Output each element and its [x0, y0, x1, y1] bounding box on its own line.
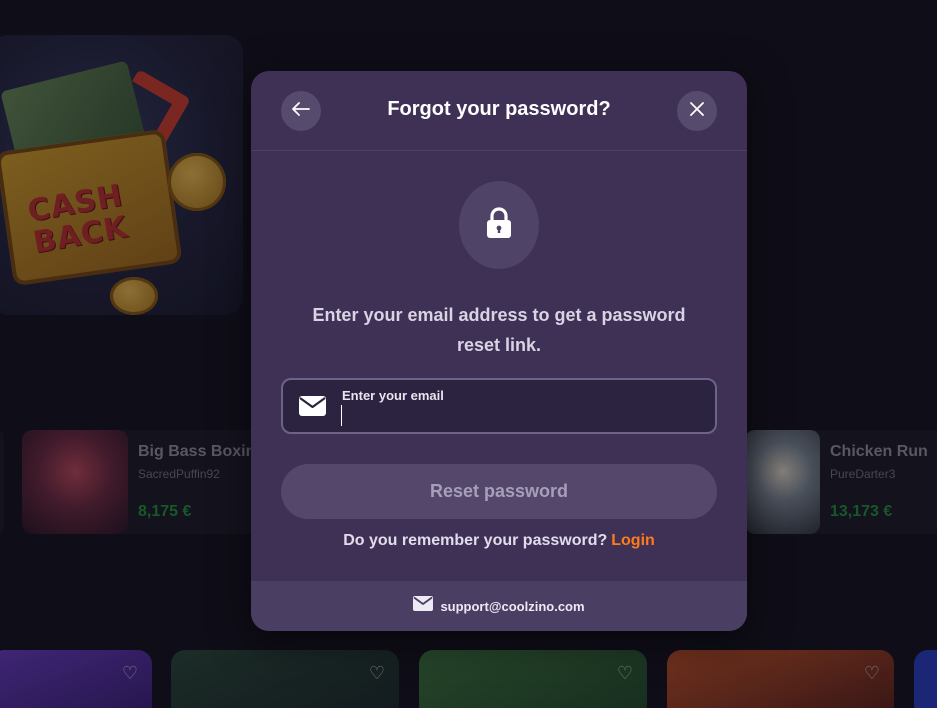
close-icon	[690, 101, 704, 121]
envelope-icon	[299, 396, 326, 421]
modal-header: Forgot your password?	[251, 71, 747, 151]
forgot-password-modal: Forgot your password? Enter your email a…	[251, 71, 747, 631]
lock-badge	[459, 181, 539, 269]
email-input[interactable]	[342, 406, 702, 428]
support-email-link[interactable]: support@coolzino.com	[440, 599, 584, 614]
email-field[interactable]: Enter your email	[281, 378, 717, 434]
login-link[interactable]: Login	[611, 532, 655, 549]
remember-text: Do you remember your password?	[343, 532, 608, 549]
modal-footer: support@coolzino.com	[251, 581, 747, 631]
modal-description: Enter your email address to get a passwo…	[312, 305, 686, 355]
close-button[interactable]	[677, 91, 717, 131]
email-field-label: Enter your email	[342, 388, 444, 403]
modal-title: Forgot your password?	[387, 98, 611, 120]
text-caret	[341, 405, 342, 426]
remember-password-row: Do you remember your password? Login	[251, 532, 747, 550]
reset-password-button[interactable]: Reset password	[281, 464, 717, 519]
envelope-icon	[413, 596, 434, 616]
lock-icon	[485, 206, 513, 244]
